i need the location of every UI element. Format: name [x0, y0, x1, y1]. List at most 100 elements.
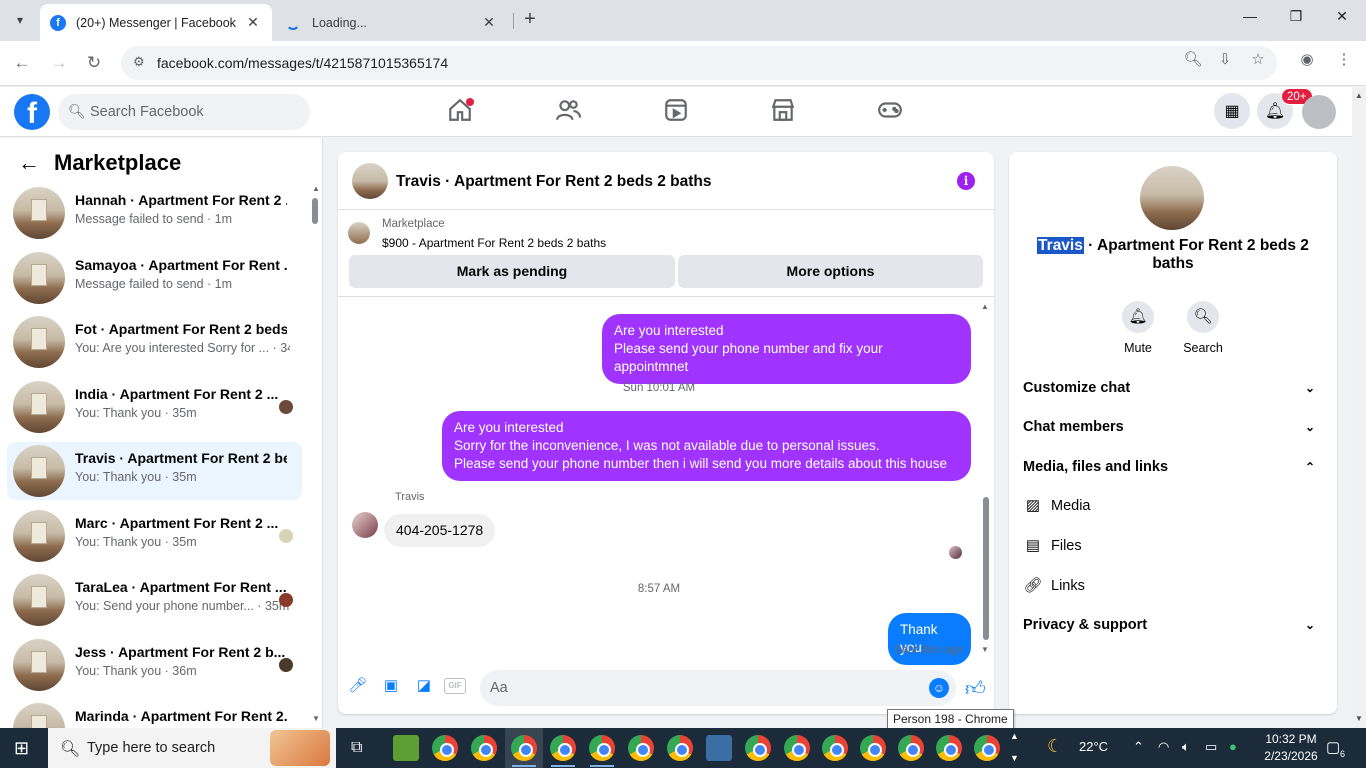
back-arrow-icon[interactable]: ←: [10, 51, 34, 75]
more-options-button[interactable]: More options: [678, 255, 983, 288]
received-message[interactable]: 404-205-1278: [384, 514, 496, 547]
task-view-icon[interactable]: ⧉: [351, 739, 362, 757]
security-shield-icon[interactable]: ●: [1229, 739, 1237, 754]
volume-icon[interactable]: 🔈︎: [1182, 739, 1190, 755]
chrome-app-icon[interactable]: [784, 735, 810, 761]
friends-icon[interactable]: [555, 97, 583, 125]
scroll-down-arrow-icon[interactable]: ▼: [981, 645, 989, 654]
chrome-app-icon[interactable]: [471, 735, 497, 761]
gaming-icon[interactable]: [877, 97, 905, 125]
address-bar[interactable]: ⚙ facebook.com/messages/t/42158710153651…: [121, 46, 1277, 80]
files-row[interactable]: ▤ Files: [1023, 528, 1323, 564]
url-text[interactable]: facebook.com/messages/t/4215871015365174: [157, 55, 448, 71]
scroll-down-arrow-icon[interactable]: ▼: [312, 714, 320, 723]
calculator-app-icon[interactable]: [706, 735, 732, 761]
list-item[interactable]: Marinda · Apartment For Rent 2...: [7, 700, 302, 730]
chrome-app-icon[interactable]: [936, 735, 962, 761]
chrome-app-icon[interactable]: [745, 735, 771, 761]
sent-message[interactable]: Are you interested Please send your phon…: [602, 314, 971, 384]
scroll-up-arrow-icon[interactable]: ▲: [981, 302, 989, 311]
scroll-up-arrow-icon[interactable]: ▲: [312, 184, 320, 193]
zoom-icon[interactable]: 🔍︎: [1183, 50, 1203, 68]
reload-icon[interactable]: ↻: [82, 51, 106, 75]
info-icon[interactable]: i: [957, 172, 975, 190]
new-tab-button[interactable]: +: [518, 8, 542, 31]
chat-members-row[interactable]: Chat members ⌄: [1023, 409, 1323, 445]
restore-icon[interactable]: ❐: [1276, 8, 1316, 25]
chrome-app-icon[interactable]: [628, 735, 654, 761]
page-scrollbar[interactable]: ▲ ▼: [1352, 87, 1366, 728]
taskbar-scroll-up-icon[interactable]: ▲: [1010, 731, 1019, 741]
mute-button[interactable]: 🔔︎ Mute: [1108, 301, 1168, 355]
chrome-app-icon[interactable]: [860, 735, 886, 761]
weather-moon-icon[interactable]: ☾: [1047, 736, 1063, 757]
tab-close-icon[interactable]: ✕: [244, 14, 262, 31]
sent-message[interactable]: Thank you: [888, 613, 971, 665]
tab-close-icon[interactable]: ✕: [480, 14, 498, 31]
list-item[interactable]: Marc · Apartment For Rent 2 ... You: Tha…: [7, 507, 302, 565]
marketplace-icon[interactable]: [770, 97, 798, 125]
list-item[interactable]: Hannah · Apartment For Rent 2 ... Messag…: [7, 184, 302, 242]
chat-avatar[interactable]: [352, 163, 388, 199]
taskbar-clock[interactable]: 10:32 PM 2/23/2026: [1258, 731, 1324, 765]
listing-title[interactable]: $900 - Apartment For Rent 2 beds 2 baths: [382, 236, 606, 250]
chrome-app-icon[interactable]: [511, 735, 537, 761]
chrome-app-icon[interactable]: [667, 735, 693, 761]
chrome-app-icon[interactable]: [822, 735, 848, 761]
menu-grid-icon[interactable]: ▦: [1214, 93, 1250, 129]
facebook-search-box[interactable]: 🔍︎ Search Facebook: [58, 94, 310, 130]
list-item[interactable]: India · Apartment For Rent 2 ... You: Th…: [7, 378, 302, 436]
wifi-icon[interactable]: ◠: [1158, 739, 1169, 755]
list-item[interactable]: Samayoa · Apartment For Rent ... Message…: [7, 249, 302, 307]
battery-icon[interactable]: ▭: [1205, 739, 1217, 755]
media-row[interactable]: ▨ Media: [1023, 488, 1323, 524]
excel-app-icon[interactable]: [393, 735, 419, 761]
list-item-selected[interactable]: Travis · Apartment For Rent 2 be... You:…: [7, 442, 302, 500]
list-item[interactable]: Jess · Apartment For Rent 2 b... You: Th…: [7, 636, 302, 694]
notification-center-icon[interactable]: ▢: [1326, 738, 1340, 756]
chrome-app-icon[interactable]: [974, 735, 1000, 761]
close-window-icon[interactable]: ✕: [1322, 8, 1362, 25]
search-placeholder[interactable]: Search Facebook: [90, 104, 204, 120]
windows-start-icon[interactable]: ⊞: [14, 738, 34, 758]
bookmark-star-icon[interactable]: ☆: [1248, 50, 1268, 68]
chat-title[interactable]: Travis · Apartment For Rent 2 beds 2 bat…: [396, 173, 712, 191]
photo-icon[interactable]: ▣: [381, 676, 401, 696]
gif-icon[interactable]: GIF: [444, 678, 466, 694]
media-files-links-row[interactable]: Media, files and links ⌃: [1023, 449, 1323, 485]
message-input[interactable]: Aa ☺: [480, 670, 956, 706]
minimize-icon[interactable]: —: [1230, 8, 1270, 24]
scroll-up-arrow-icon[interactable]: ▲: [1355, 91, 1363, 100]
like-thumb-icon[interactable]: 👍︎: [965, 677, 986, 701]
video-icon[interactable]: [663, 97, 691, 125]
sender-avatar[interactable]: [352, 512, 378, 538]
chrome-app-icon[interactable]: [550, 735, 576, 761]
chat-scrollbar[interactable]: [983, 497, 989, 640]
privacy-support-row[interactable]: Privacy & support ⌄: [1023, 607, 1323, 643]
weather-temperature[interactable]: 22°C: [1079, 739, 1108, 754]
forward-arrow-icon[interactable]: →: [47, 51, 71, 75]
install-app-icon[interactable]: ⇩: [1215, 50, 1235, 68]
chrome-app-icon[interactable]: [589, 735, 615, 761]
message-placeholder[interactable]: Aa: [490, 680, 508, 696]
taskbar-search-placeholder[interactable]: Type here to search: [87, 740, 215, 756]
scroll-down-arrow-icon[interactable]: ▼: [1355, 714, 1363, 723]
tab-loading[interactable]: Loading... ✕: [276, 4, 508, 41]
tab-search-dropdown-icon[interactable]: ▾: [8, 8, 32, 32]
site-info-icon[interactable]: ⚙: [133, 54, 145, 70]
emoji-icon[interactable]: ☺: [929, 678, 949, 698]
account-avatar[interactable]: [1302, 95, 1336, 129]
chrome-app-icon[interactable]: [898, 735, 924, 761]
taskbar-search[interactable]: 🔍︎ Type here to search: [48, 728, 336, 768]
menu-kebab-icon[interactable]: ⋮: [1334, 50, 1354, 68]
sidebar-scrollbar[interactable]: [312, 198, 318, 224]
profile-icon[interactable]: ◉: [1297, 50, 1317, 68]
links-row[interactable]: 🔗︎ Links: [1023, 568, 1323, 604]
back-arrow-icon[interactable]: ←: [18, 150, 40, 176]
microphone-icon[interactable]: 🎤︎: [348, 676, 368, 696]
chrome-app-icon[interactable]: [432, 735, 458, 761]
facebook-logo[interactable]: f: [14, 94, 50, 130]
tab-messenger[interactable]: f (20+) Messenger | Facebook ✕: [40, 4, 272, 41]
list-item[interactable]: TaraLea · Apartment For Rent ... You: Se…: [7, 571, 302, 629]
customize-chat-row[interactable]: Customize chat ⌄: [1023, 370, 1323, 406]
